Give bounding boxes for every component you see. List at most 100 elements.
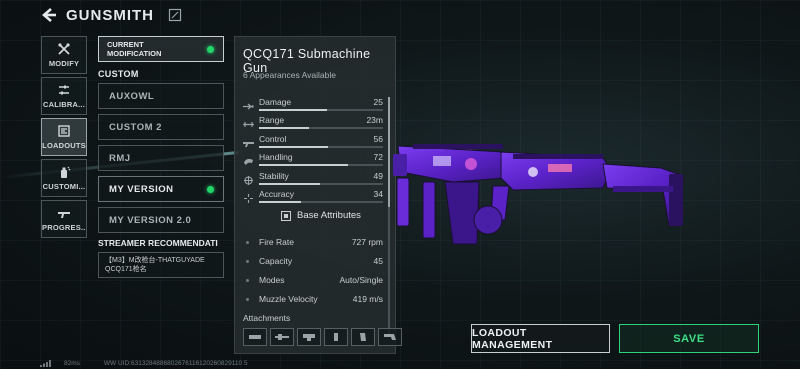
- sliders-icon: [57, 83, 71, 97]
- stat-name: Accuracy: [259, 188, 294, 199]
- stat-name: Stability: [259, 170, 289, 181]
- muzzle-icon: [249, 335, 261, 339]
- attachment-slot-stock[interactable]: [378, 328, 402, 346]
- base-attributes-checkbox[interactable]: [281, 210, 291, 221]
- stat-value: 49: [373, 170, 383, 181]
- stat-bar: [259, 200, 383, 203]
- weapon-top-rail: [513, 154, 603, 159]
- magazine-icon: [360, 333, 366, 341]
- stat-name: Control: [259, 133, 287, 144]
- weapon-decal-2: [528, 167, 538, 177]
- attr-fire-rate: Fire Rate 727 rpm: [243, 237, 383, 256]
- grip-icon: [334, 333, 338, 341]
- uid-text: WW UID:6313284886802676116120260829110 5: [103, 360, 248, 367]
- stability-icon: [243, 172, 254, 185]
- attr-value: 45: [373, 256, 383, 266]
- preset-my-version-2[interactable]: MY VERSION 2.0: [98, 207, 224, 233]
- attachment-slot-barrel[interactable]: [270, 328, 294, 346]
- streamer-recommendation-item[interactable]: 【M3】M改枪台-THATGUYADE QCQ171枪名: [98, 252, 224, 278]
- weapon-stats-panel: QCQ171 Submachine Gun 6 Appearances Avai…: [234, 36, 402, 354]
- custom-heading: CUSTOM: [98, 69, 139, 79]
- preset-auxowl[interactable]: AUXOWL: [98, 83, 224, 109]
- stat-list: Damage 25 Range 23m Control 56 Handling …: [243, 97, 383, 207]
- preset-rmj[interactable]: RMJ: [98, 145, 224, 171]
- stat-damage: Damage 25: [243, 97, 383, 115]
- tab-modify-label: MODIFY: [48, 59, 80, 68]
- header: GUNSMITH: [40, 6, 182, 24]
- tab-calibration[interactable]: CALIBRA...: [41, 77, 87, 115]
- weapon-drum: [473, 205, 503, 235]
- attr-muzzle-velocity: Muzzle Velocity 419 m/s: [243, 294, 383, 313]
- stat-bar-fill: [259, 200, 302, 203]
- tab-loadouts-label: LOADOUTS: [42, 141, 86, 150]
- back-arrow-icon[interactable]: [40, 6, 58, 24]
- active-indicator-dot: [207, 46, 214, 53]
- loadout-icon: [57, 124, 71, 138]
- streamer-line2: QCQ171枪名: [105, 266, 147, 273]
- weapon-stock-strut: [613, 186, 673, 192]
- current-modification-line1: CURRENT: [107, 40, 144, 49]
- weapon-stock-pad: [669, 174, 683, 226]
- stat-bar-fill: [259, 127, 309, 130]
- signal-icon: [40, 360, 58, 367]
- weapon-decal-4: [433, 156, 451, 166]
- stat-value: 23m: [366, 115, 383, 126]
- stat-value: 25: [373, 97, 383, 107]
- stat-value: 56: [373, 133, 383, 144]
- selected-indicator-dot: [207, 186, 214, 193]
- damage-icon: [243, 98, 254, 110]
- tab-calibration-label: CALIBRA...: [43, 100, 85, 109]
- stat-name: Handling: [259, 152, 293, 163]
- weapon-rail: [413, 144, 503, 149]
- stat-name: Range: [259, 115, 285, 126]
- attr-name: Capacity: [259, 256, 293, 266]
- preset-label: MY VERSION 2.0: [109, 214, 192, 226]
- keyboard-hint-icon: [168, 8, 182, 22]
- weapon-preview[interactable]: [393, 128, 690, 258]
- bullet-dot: [246, 260, 249, 263]
- tab-modify[interactable]: MODIFY: [41, 36, 87, 74]
- handling-icon: [243, 153, 254, 166]
- bullet-dot: [246, 241, 249, 244]
- preset-custom-2[interactable]: CUSTOM 2: [98, 114, 224, 140]
- attachment-slot-magazine[interactable]: [351, 328, 375, 346]
- base-attributes-toggle[interactable]: Base Attributes: [281, 210, 361, 221]
- attr-value: 419 m/s: [352, 294, 383, 304]
- current-modification-button[interactable]: CURRENT MODIFICATION: [98, 36, 224, 62]
- attachment-slot-muzzle[interactable]: [243, 328, 267, 346]
- stat-bar: [259, 127, 383, 130]
- preset-label: AUXOWL: [109, 90, 155, 102]
- stat-bar: [259, 182, 383, 185]
- stat-control: Control 56: [243, 134, 383, 152]
- tab-customization-label: CUSTOMI...: [42, 182, 86, 191]
- loadout-management-button[interactable]: LOADOUT MANAGEMENT: [471, 324, 610, 353]
- attachment-slot-optic[interactable]: [297, 328, 321, 346]
- base-attributes-label: Base Attributes: [297, 210, 361, 221]
- tab-progression[interactable]: PROGRES...: [41, 200, 87, 238]
- attachments-heading: Attachments: [243, 313, 291, 323]
- appearances-count[interactable]: 6 Appearances Available: [243, 70, 336, 80]
- attr-modes: Modes Auto/Single: [243, 275, 383, 294]
- control-icon: [243, 135, 254, 147]
- attr-name: Muzzle Velocity: [259, 294, 318, 304]
- current-modification-line2: MODIFICATION: [107, 49, 162, 58]
- spray-icon: [57, 165, 71, 179]
- stat-value: 34: [373, 188, 383, 199]
- footer-status: 82ms WW UID:6313284886802676116120260829…: [40, 360, 248, 367]
- streamer-heading: STREAMER RECOMMENDATI: [98, 238, 218, 248]
- accuracy-icon: [243, 190, 254, 203]
- bullet-dot: [246, 279, 249, 282]
- stat-range: Range 23m: [243, 115, 383, 133]
- attr-name: Modes: [259, 275, 285, 285]
- attr-value: Auto/Single: [339, 275, 383, 285]
- tab-customization[interactable]: CUSTOMI...: [41, 159, 87, 197]
- tab-progression-label: PROGRES...: [42, 223, 86, 232]
- preset-my-version[interactable]: MY VERSION: [98, 176, 224, 202]
- save-button[interactable]: SAVE: [619, 324, 759, 353]
- tab-loadouts[interactable]: LOADOUTS: [41, 118, 87, 156]
- attr-value: 727 rpm: [351, 237, 383, 247]
- attachment-slot-grip[interactable]: [324, 328, 348, 346]
- stats-scrollbar-thumb[interactable]: [388, 97, 390, 207]
- attribute-list: Fire Rate 727 rpm Capacity 45 Modes Auto…: [243, 237, 383, 313]
- preset-label: MY VERSION: [109, 183, 174, 195]
